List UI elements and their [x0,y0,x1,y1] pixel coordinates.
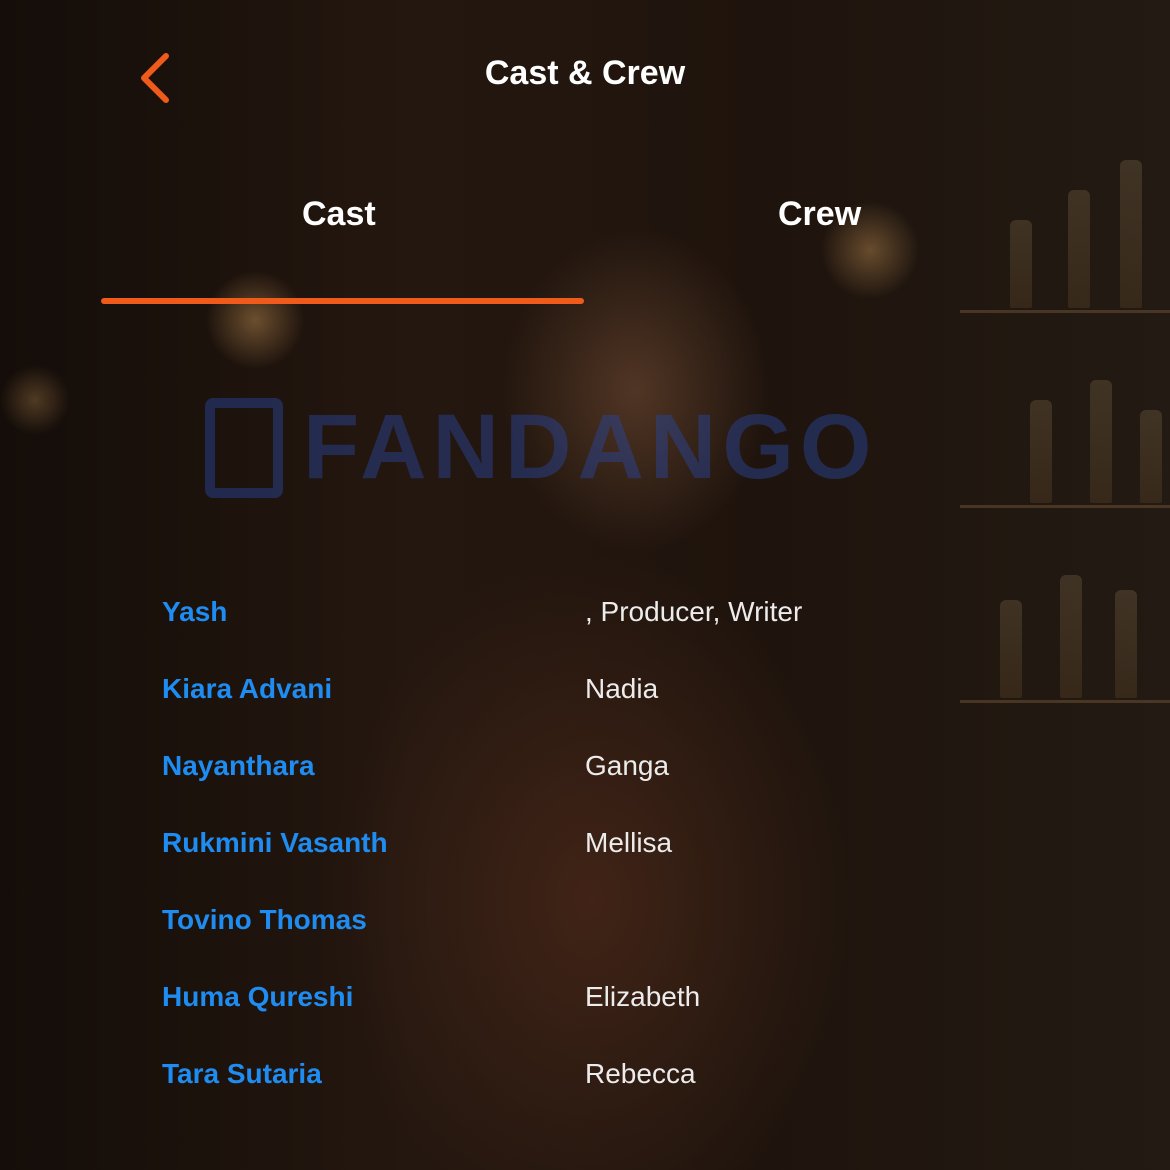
cast-list: Yash , Producer, Writer Kiara Advani Nad… [0,590,1170,1129]
cast-role: Mellisa [585,827,673,858]
cast-name-link[interactable]: Tara Sutaria [162,1058,322,1090]
tab-indicator [101,298,584,304]
shelf [960,505,1170,508]
bottle [1120,160,1142,308]
tab-cast[interactable]: Cast [302,195,376,234]
cast-name-link[interactable]: Tovino Thomas [162,904,367,936]
list-item: Yash , Producer, Writer [0,590,1170,667]
cast-name-link[interactable]: Rukmini Vasanth [162,827,388,859]
bottle [1140,410,1162,503]
cast-role: , Producer, Writer [585,596,803,627]
list-item: Tovino Thomas [0,898,1170,975]
cast-role: Ganga [585,750,670,781]
page-title: Cast & Crew [484,54,686,92]
fandango-logo-icon [205,397,283,498]
bottle [1030,400,1052,503]
watermark-text: FANDANGO [303,396,878,498]
cast-role: Elizabeth [585,981,701,1012]
bottle [1010,220,1032,308]
cast-role: Nadia [585,673,659,704]
list-item: Nayanthara Ganga [0,744,1170,821]
list-item: Huma Qureshi Elizabeth [0,975,1170,1052]
header: Cast & Crew [0,0,1170,150]
cast-name-link[interactable]: Huma Qureshi [162,981,353,1013]
cast-name-link[interactable]: Nayanthara [162,750,315,782]
cast-role: Rebecca [585,1058,696,1089]
list-item: Tara Sutaria Rebecca [0,1052,1170,1129]
bottle [1090,380,1112,503]
fandango-watermark: FANDANGO [205,395,877,500]
cast-name-link[interactable]: Yash [162,596,227,628]
list-item: Rukmini Vasanth Mellisa [0,821,1170,898]
bottle [1068,190,1090,308]
tab-crew[interactable]: Crew [778,195,861,234]
cast-name-link[interactable]: Kiara Advani [162,673,332,705]
list-item: Kiara Advani Nadia [0,667,1170,744]
shelf [960,310,1170,313]
